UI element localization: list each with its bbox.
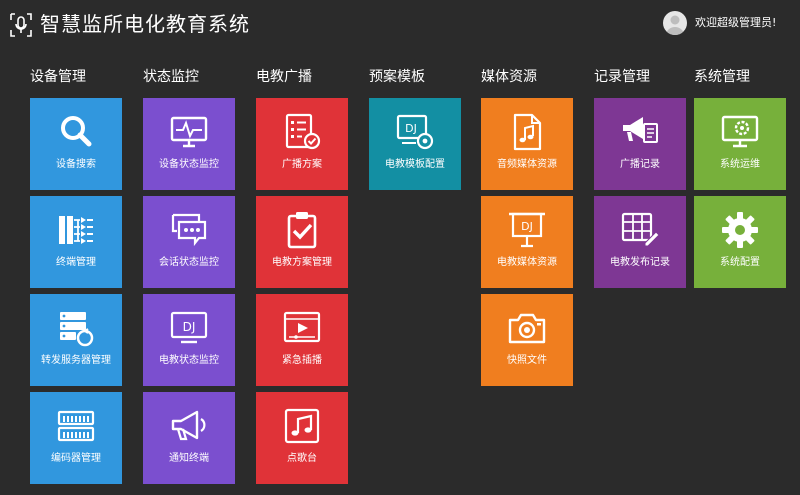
monitor-pulse-icon [170,116,208,148]
server-icon [60,312,94,347]
section-title: 记录管理 [594,69,650,85]
section-plan-templates: 预案模板 DJ 电教模板配置 [369,68,461,196]
tile-label: 紧急插播 [282,355,322,366]
welcome-text: 欢迎超级管理员! [695,16,777,29]
section-title: 电教广播 [256,69,312,85]
tile-label: 快照文件 [507,355,547,366]
avatar[interactable] [663,11,687,35]
dj-gear-icon: DJ [396,114,434,150]
device-tree-icon [59,216,93,244]
magnifier-icon [61,116,92,147]
chat-bubbles-icon [171,213,207,247]
tile-label: 系统运维 [720,159,760,170]
dj-board-icon: DJ [509,212,545,248]
tile-label: 会话状态监控 [159,257,219,268]
tile-label: 转发服务器管理 [41,355,111,366]
svg-text:DJ: DJ [405,122,417,135]
tile-label: 设备搜索 [56,159,96,170]
tile-device-search[interactable]: 设备搜索 [30,98,122,190]
tile-label: 电教方案管理 [272,257,332,268]
tile-label: 编码器管理 [51,453,101,464]
tile-label: 点歌台 [287,453,317,464]
gear-icon [722,212,758,248]
tile-notify-terminal[interactable]: 通知终端 [143,392,235,484]
tile-education-plan-management[interactable]: 电教方案管理 [256,196,348,288]
tile-education-media-resources[interactable]: DJ 电教媒体资源 [481,196,573,288]
section-records-management: 记录管理 广播记录 电教发布记录 [594,68,686,294]
tile-label: 通知终端 [169,453,209,464]
section-education-broadcast: 电教广播 广播方案 电教方案管理 紧急插播 点歌台 [256,68,348,490]
tile-label: 电教状态监控 [159,355,219,366]
camera-icon [508,313,546,344]
tile-system-operations[interactable]: 系统运维 [694,98,786,190]
tile-label: 音频媒体资源 [497,159,557,170]
monitor-gear-icon [721,115,759,148]
section-status-monitoring: 状态监控 设备状态监控 会话状态监控 DJ 电教状态监控 通知终端 [143,68,235,490]
app-title: 智慧监所电化教育系统 [40,12,250,36]
section-title: 预案模板 [369,69,425,85]
checklist-icon [285,113,321,150]
tile-session-status-monitoring[interactable]: 会话状态监控 [143,196,235,288]
tile-education-template-config[interactable]: DJ 电教模板配置 [369,98,461,190]
logo-icon [10,13,32,37]
tile-broadcast-records[interactable]: 广播记录 [594,98,686,190]
tile-system-configuration[interactable]: 系统配置 [694,196,786,288]
tile-device-status-monitoring[interactable]: 设备状态监控 [143,98,235,190]
tile-terminal-management[interactable]: 终端管理 [30,196,122,288]
section-title: 设备管理 [30,69,86,85]
tile-broadcast-plan[interactable]: 广播方案 [256,98,348,190]
clipboard-check-icon [287,212,317,249]
section-title: 媒体资源 [481,69,537,85]
section-title: 状态监控 [143,69,199,85]
section-title: 系统管理 [694,69,750,85]
section-system-management: 系统管理 系统运维 系统配置 [694,68,786,294]
audio-file-icon [513,113,542,151]
section-media-resources: 媒体资源 音频媒体资源 DJ 电教媒体资源 快照文件 [481,68,573,392]
tile-snapshot-files[interactable]: 快照文件 [481,294,573,386]
tile-forwarding-server-management[interactable]: 转发服务器管理 [30,294,122,386]
video-player-icon [283,311,321,343]
tile-song-request[interactable]: 点歌台 [256,392,348,484]
svg-text:DJ: DJ [521,220,533,233]
section-device-management: 设备管理 设备搜索 终端管理 转发服务器管理 编码器管理 [30,68,122,490]
tile-label: 终端管理 [56,257,96,268]
tile-label: 广播记录 [620,159,660,170]
music-note-icon [284,408,320,444]
dj-screen-icon: DJ [170,311,208,344]
tile-encoder-management[interactable]: 编码器管理 [30,392,122,484]
tile-label: 电教发布记录 [610,257,670,268]
user-silhouette-icon [666,15,684,35]
table-edit-icon [621,212,660,247]
tile-label: 广播方案 [282,159,322,170]
tile-label: 设备状态监控 [159,159,219,170]
megaphone-icon [171,410,206,441]
encoder-icon [57,410,95,442]
tile-education-status-monitoring[interactable]: DJ 电教状态监控 [143,294,235,386]
tile-label: 电教媒体资源 [497,257,557,268]
svg-text:DJ: DJ [183,320,196,334]
tile-education-publish-records[interactable]: 电教发布记录 [594,196,686,288]
tile-label: 电教模板配置 [385,159,445,170]
broadcast-log-icon [623,117,658,143]
top-bar: 智慧监所电化教育系统 欢迎超级管理员! [0,0,800,50]
tile-audio-media-resources[interactable]: 音频媒体资源 [481,98,573,190]
tile-emergency-broadcast[interactable]: 紧急插播 [256,294,348,386]
tile-label: 系统配置 [720,257,760,268]
